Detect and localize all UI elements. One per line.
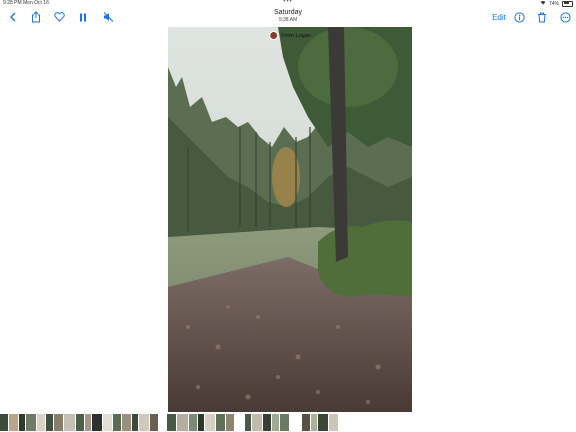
filmstrip-thumbnail[interactable] [263, 414, 271, 431]
filmstrip-thumbnail[interactable] [302, 414, 310, 431]
filmstrip-thumbnail[interactable] [177, 414, 188, 431]
filmstrip-thumbnail[interactable] [46, 414, 53, 431]
filmstrip-thumbnail[interactable] [167, 414, 176, 431]
photo-forest-scene [168, 27, 412, 412]
filmstrip-thumbnail[interactable] [139, 414, 149, 431]
filmstrip-thumbnail[interactable] [113, 414, 121, 431]
back-button[interactable] [8, 9, 18, 25]
mute-button[interactable] [102, 9, 114, 25]
filmstrip-thumbnail[interactable] [54, 414, 63, 431]
status-bar: 9:28 PM Mon Oct 16 ••• 74% [0, 0, 576, 7]
photo-filmstrip[interactable] [0, 413, 576, 432]
filmstrip-thumbnail[interactable] [85, 414, 91, 431]
filmstrip-thumbnail[interactable] [318, 414, 328, 431]
pause-icon [79, 13, 87, 22]
shared-from-badge[interactable]: From Logan [269, 31, 311, 40]
filmstrip-thumbnail[interactable] [37, 414, 45, 431]
filmstrip-thumbnail[interactable] [132, 414, 138, 431]
filmstrip-thumbnail[interactable] [290, 414, 301, 431]
filmstrip-thumbnail[interactable] [252, 414, 262, 431]
filmstrip-thumbnail[interactable] [198, 414, 204, 431]
favorite-icon [53, 12, 65, 22]
multitasking-dots[interactable]: ••• [283, 0, 292, 5]
back-icon [9, 12, 17, 22]
trash-button[interactable] [536, 9, 548, 25]
battery-percent: 74% [548, 0, 559, 7]
filmstrip-thumbnail[interactable] [311, 414, 317, 431]
favorite-button[interactable] [53, 9, 65, 25]
photo-viewer[interactable]: From Logan [168, 27, 412, 412]
filmstrip-thumbnail[interactable] [64, 414, 75, 431]
filmstrip-thumbnail[interactable] [92, 414, 102, 431]
filmstrip-thumbnail[interactable] [103, 414, 112, 431]
filmstrip-thumbnail[interactable] [329, 414, 338, 431]
filmstrip-thumbnail[interactable] [9, 414, 18, 431]
sender-avatar [269, 31, 279, 40]
more-button[interactable] [559, 9, 571, 25]
filmstrip-thumbnail[interactable] [235, 414, 244, 431]
filmstrip-thumbnail[interactable] [159, 414, 166, 431]
more-icon [559, 11, 571, 23]
status-time: 9:28 PM [3, 0, 22, 6]
filmstrip-thumbnail[interactable] [122, 414, 131, 431]
mute-icon [103, 12, 114, 22]
filmstrip-thumbnail[interactable] [272, 414, 279, 431]
status-date: Mon Oct 16 [23, 0, 49, 6]
status-indicators: 74% [540, 0, 573, 7]
status-time-date: 9:28 PM Mon Oct 16 [3, 0, 49, 6]
photo-time: 9:38 AM [278, 17, 298, 23]
filmstrip-thumbnail[interactable] [26, 414, 36, 431]
filmstrip-thumbnail[interactable] [0, 414, 8, 431]
filmstrip-thumbnail[interactable] [189, 414, 197, 431]
filmstrip-thumbnail[interactable] [205, 414, 215, 431]
wifi-icon [540, 0, 546, 7]
shared-from-label: From Logan [281, 32, 311, 39]
share-button[interactable] [30, 9, 42, 25]
trash-icon [537, 12, 547, 23]
filmstrip-thumbnail[interactable] [245, 414, 251, 431]
info-button[interactable] [513, 9, 525, 25]
filmstrip-thumbnail[interactable] [19, 414, 25, 431]
share-icon [31, 11, 41, 23]
filmstrip-thumbnail[interactable] [280, 414, 289, 431]
photo-day: Saturday [273, 9, 303, 16]
edit-button[interactable]: Edit [490, 9, 508, 25]
info-icon [513, 11, 525, 23]
filmstrip-thumbnail[interactable] [76, 414, 84, 431]
photo-toolbar: Saturday 9:38 AM Edit [0, 7, 576, 27]
filmstrip-thumbnail[interactable] [216, 414, 225, 431]
filmstrip-thumbnail[interactable] [150, 414, 158, 431]
filmstrip-thumbnail[interactable] [226, 414, 234, 431]
pause-button[interactable] [78, 9, 88, 25]
photo-title: Saturday 9:38 AM [228, 9, 348, 23]
battery-icon [562, 0, 573, 7]
